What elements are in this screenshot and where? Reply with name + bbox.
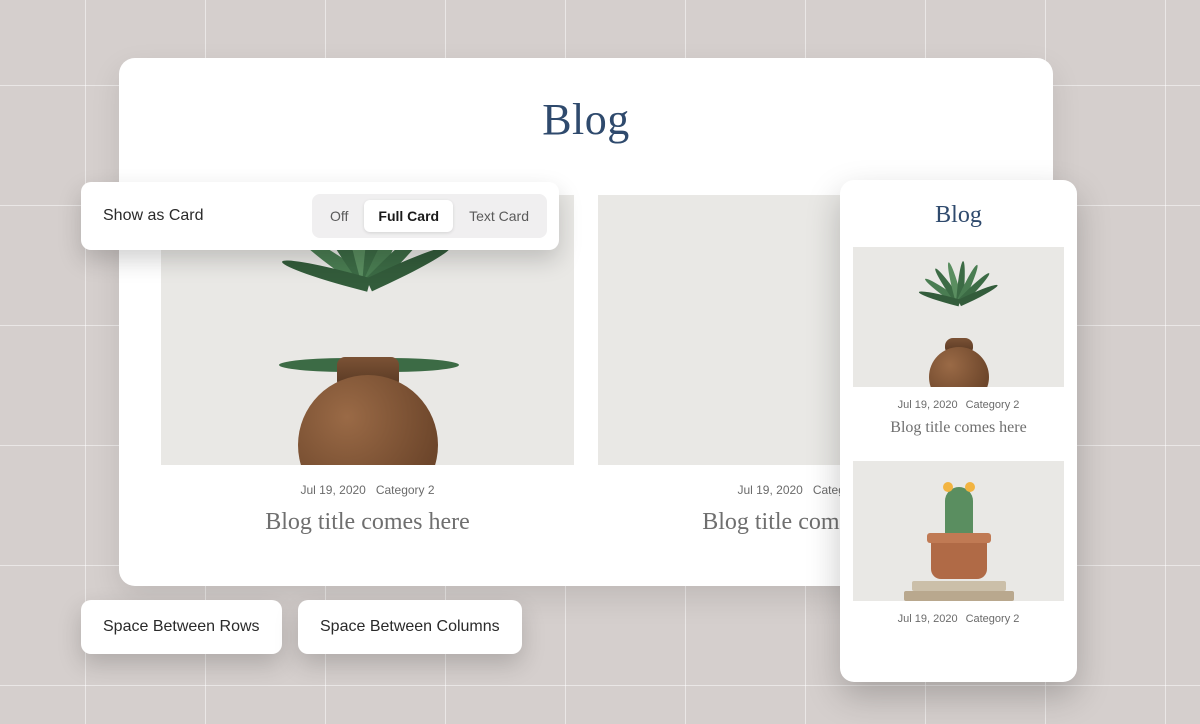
post-date: Jul 19, 2020 — [737, 483, 802, 497]
plant-illustration — [853, 247, 1064, 387]
post-category: Category 2 — [966, 399, 1020, 411]
post-category: Category 2 — [966, 613, 1020, 625]
card-option-off[interactable]: Off — [316, 200, 362, 232]
show-as-card-toolbar: Show as Card Off Full Card Text Card — [81, 182, 559, 250]
card-style-segmented-control: Off Full Card Text Card — [312, 194, 547, 238]
post-date: Jul 19, 2020 — [300, 483, 365, 497]
space-between-rows-control[interactable]: Space Between Rows — [81, 600, 282, 654]
post-meta: Jul 19, 2020 Category 2 — [853, 399, 1064, 411]
chip-label: Space Between Columns — [320, 618, 500, 635]
post-date: Jul 19, 2020 — [898, 613, 958, 625]
post-date: Jul 19, 2020 — [898, 399, 958, 411]
post-category: Category 2 — [376, 483, 435, 497]
card-option-text[interactable]: Text Card — [455, 200, 543, 232]
blog-post-card[interactable]: Jul 19, 2020 Category 2 Blog title comes… — [853, 247, 1064, 437]
card-option-full[interactable]: Full Card — [364, 200, 453, 232]
post-image — [853, 461, 1064, 601]
post-title: Blog title comes here — [853, 419, 1064, 437]
chip-label: Space Between Rows — [103, 618, 260, 635]
cactus-illustration — [853, 461, 1064, 601]
post-title: Blog title comes here — [265, 509, 470, 536]
blog-page-title-mobile: Blog — [853, 202, 1064, 247]
blog-post-card[interactable]: Jul 19, 2020 Category 2 — [853, 461, 1064, 625]
show-as-card-label: Show as Card — [103, 207, 204, 225]
post-meta: Jul 19, 2020 Category 2 — [853, 613, 1064, 625]
blog-page-title: Blog — [119, 94, 1053, 145]
space-between-columns-control[interactable]: Space Between Columns — [298, 600, 522, 654]
post-meta: Jul 19, 2020 Category 2 — [300, 483, 434, 497]
post-image — [853, 247, 1064, 387]
mobile-preview-card: Blog Jul 19, 2020 Category 2 Blog title … — [840, 180, 1077, 682]
